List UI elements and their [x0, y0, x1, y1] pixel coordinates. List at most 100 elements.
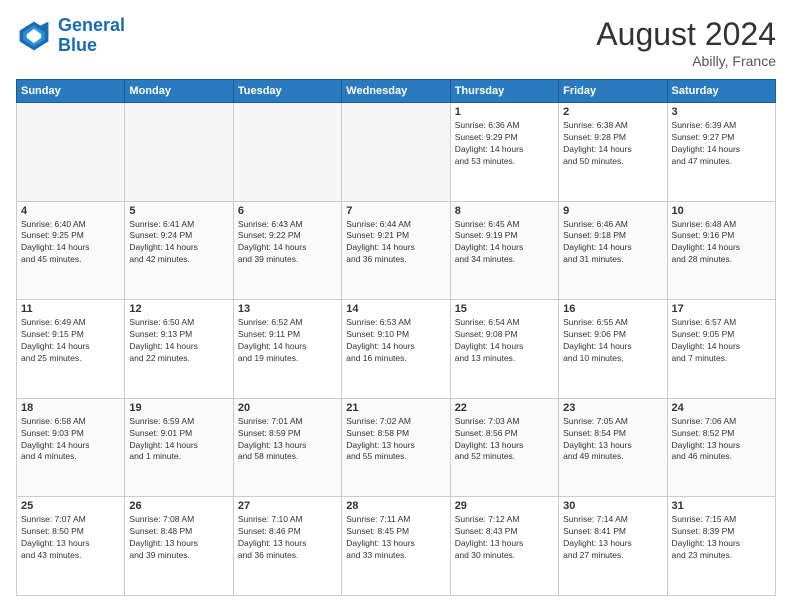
- day-number: 14: [346, 303, 445, 315]
- day-number: 4: [21, 205, 120, 217]
- day-number: 12: [129, 303, 228, 315]
- day-info: Sunrise: 6:45 AM Sunset: 9:19 PM Dayligh…: [455, 219, 554, 267]
- day-number: 7: [346, 205, 445, 217]
- day-info: Sunrise: 6:58 AM Sunset: 9:03 PM Dayligh…: [21, 416, 120, 464]
- day-number: 16: [563, 303, 662, 315]
- header: General Blue August 2024 Abilly, France: [16, 16, 776, 69]
- day-info: Sunrise: 7:06 AM Sunset: 8:52 PM Dayligh…: [672, 416, 771, 464]
- day-info: Sunrise: 7:07 AM Sunset: 8:50 PM Dayligh…: [21, 514, 120, 562]
- day-number: 5: [129, 205, 228, 217]
- day-number: 23: [563, 402, 662, 414]
- weekday-header: Thursday: [450, 80, 558, 103]
- day-number: 19: [129, 402, 228, 414]
- calendar-week-row: 1Sunrise: 6:36 AM Sunset: 9:29 PM Daylig…: [17, 103, 776, 202]
- day-info: Sunrise: 6:43 AM Sunset: 9:22 PM Dayligh…: [238, 219, 337, 267]
- calendar-cell: 24 Sunrise: 7:06 AM Sunset: 8:52 PM Dayli…: [667, 398, 775, 497]
- calendar-cell: 18 Sunrise: 6:58 AM Sunset: 9:03 PM Dayli…: [17, 398, 125, 497]
- day-info: Sunrise: 6:46 AM Sunset: 9:18 PM Dayligh…: [563, 219, 662, 267]
- calendar-cell: 15 Sunrise: 6:54 AM Sunset: 9:08 PM Dayli…: [450, 300, 558, 399]
- calendar-cell: 4 Sunrise: 6:40 AM Sunset: 9:25 PM Daylig…: [17, 201, 125, 300]
- day-info: Sunrise: 7:12 AM Sunset: 8:43 PM Dayligh…: [455, 514, 554, 562]
- day-number: 15: [455, 303, 554, 315]
- logo-text: General Blue: [58, 16, 125, 56]
- logo: General Blue: [16, 16, 125, 56]
- day-info: Sunrise: 7:10 AM Sunset: 8:46 PM Dayligh…: [238, 514, 337, 562]
- calendar-cell: 16 Sunrise: 6:55 AM Sunset: 9:06 PM Dayli…: [559, 300, 667, 399]
- calendar-cell: 12Sunrise: 6:50 AM Sunset: 9:13 PM Dayli…: [125, 300, 233, 399]
- calendar-cell: 23Sunrise: 7:05 AM Sunset: 8:54 PM Dayli…: [559, 398, 667, 497]
- calendar-cell: 30Sunrise: 7:14 AM Sunset: 8:41 PM Dayli…: [559, 497, 667, 596]
- day-number: 1: [455, 106, 554, 118]
- day-number: 3: [672, 106, 771, 118]
- day-number: 22: [455, 402, 554, 414]
- day-info: Sunrise: 6:59 AM Sunset: 9:01 PM Dayligh…: [129, 416, 228, 464]
- day-number: 11: [21, 303, 120, 315]
- calendar-cell: 6 Sunrise: 6:43 AM Sunset: 9:22 PM Daylig…: [233, 201, 341, 300]
- calendar-cell: 26 Sunrise: 7:08 AM Sunset: 8:48 PM Dayli…: [125, 497, 233, 596]
- calendar-cell: 11 Sunrise: 6:49 AM Sunset: 9:15 PM Dayli…: [17, 300, 125, 399]
- day-info: Sunrise: 7:01 AM Sunset: 8:59 PM Dayligh…: [238, 416, 337, 464]
- calendar-week-row: 18 Sunrise: 6:58 AM Sunset: 9:03 PM Dayli…: [17, 398, 776, 497]
- day-info: Sunrise: 7:15 AM Sunset: 8:39 PM Dayligh…: [672, 514, 771, 562]
- calendar-cell: 9 Sunrise: 6:46 AM Sunset: 9:18 PM Daylig…: [559, 201, 667, 300]
- day-info: Sunrise: 6:53 AM Sunset: 9:10 PM Dayligh…: [346, 317, 445, 365]
- calendar-cell: 13Sunrise: 6:52 AM Sunset: 9:11 PM Dayli…: [233, 300, 341, 399]
- logo-blue: Blue: [58, 35, 97, 55]
- page: General Blue August 2024 Abilly, France …: [0, 0, 792, 612]
- day-info: Sunrise: 6:52 AM Sunset: 9:11 PM Dayligh…: [238, 317, 337, 365]
- calendar-cell: [17, 103, 125, 202]
- logo-general: General: [58, 15, 125, 35]
- calendar: SundayMondayTuesdayWednesdayThursdayFrid…: [16, 79, 776, 596]
- weekday-header: Tuesday: [233, 80, 341, 103]
- calendar-week-row: 25 Sunrise: 7:07 AM Sunset: 8:50 PM Dayli…: [17, 497, 776, 596]
- calendar-cell: 25 Sunrise: 7:07 AM Sunset: 8:50 PM Dayli…: [17, 497, 125, 596]
- calendar-cell: 5 Sunrise: 6:41 AM Sunset: 9:24 PM Daylig…: [125, 201, 233, 300]
- day-info: Sunrise: 6:49 AM Sunset: 9:15 PM Dayligh…: [21, 317, 120, 365]
- calendar-cell: 28Sunrise: 7:11 AM Sunset: 8:45 PM Dayli…: [342, 497, 450, 596]
- day-number: 25: [21, 500, 120, 512]
- day-info: Sunrise: 7:02 AM Sunset: 8:58 PM Dayligh…: [346, 416, 445, 464]
- day-number: 31: [672, 500, 771, 512]
- day-number: 8: [455, 205, 554, 217]
- calendar-week-row: 4 Sunrise: 6:40 AM Sunset: 9:25 PM Daylig…: [17, 201, 776, 300]
- calendar-cell: 31 Sunrise: 7:15 AM Sunset: 8:39 PM Dayli…: [667, 497, 775, 596]
- weekday-header: Monday: [125, 80, 233, 103]
- title-section: August 2024 Abilly, France: [596, 16, 776, 69]
- day-number: 26: [129, 500, 228, 512]
- day-info: Sunrise: 6:44 AM Sunset: 9:21 PM Dayligh…: [346, 219, 445, 267]
- day-number: 10: [672, 205, 771, 217]
- calendar-cell: [233, 103, 341, 202]
- weekday-header: Friday: [559, 80, 667, 103]
- day-info: Sunrise: 7:14 AM Sunset: 8:41 PM Dayligh…: [563, 514, 662, 562]
- day-number: 27: [238, 500, 337, 512]
- calendar-cell: 21 Sunrise: 7:02 AM Sunset: 8:58 PM Dayli…: [342, 398, 450, 497]
- day-info: Sunrise: 6:41 AM Sunset: 9:24 PM Dayligh…: [129, 219, 228, 267]
- calendar-cell: [125, 103, 233, 202]
- day-number: 18: [21, 402, 120, 414]
- calendar-cell: 27 Sunrise: 7:10 AM Sunset: 8:46 PM Dayli…: [233, 497, 341, 596]
- day-info: Sunrise: 6:54 AM Sunset: 9:08 PM Dayligh…: [455, 317, 554, 365]
- day-info: Sunrise: 7:11 AM Sunset: 8:45 PM Dayligh…: [346, 514, 445, 562]
- month-title: August 2024: [596, 16, 776, 53]
- day-number: 6: [238, 205, 337, 217]
- location: Abilly, France: [596, 53, 776, 69]
- day-info: Sunrise: 6:40 AM Sunset: 9:25 PM Dayligh…: [21, 219, 120, 267]
- calendar-cell: 3 Sunrise: 6:39 AM Sunset: 9:27 PM Daylig…: [667, 103, 775, 202]
- day-number: 29: [455, 500, 554, 512]
- day-info: Sunrise: 7:03 AM Sunset: 8:56 PM Dayligh…: [455, 416, 554, 464]
- calendar-header-row: SundayMondayTuesdayWednesdayThursdayFrid…: [17, 80, 776, 103]
- weekday-header: Saturday: [667, 80, 775, 103]
- day-number: 9: [563, 205, 662, 217]
- day-number: 21: [346, 402, 445, 414]
- logo-icon: [16, 18, 52, 54]
- calendar-cell: 1Sunrise: 6:36 AM Sunset: 9:29 PM Daylig…: [450, 103, 558, 202]
- calendar-cell: [342, 103, 450, 202]
- calendar-cell: 19 Sunrise: 6:59 AM Sunset: 9:01 PM Dayli…: [125, 398, 233, 497]
- day-info: Sunrise: 6:55 AM Sunset: 9:06 PM Dayligh…: [563, 317, 662, 365]
- day-number: 24: [672, 402, 771, 414]
- day-info: Sunrise: 7:08 AM Sunset: 8:48 PM Dayligh…: [129, 514, 228, 562]
- calendar-week-row: 11 Sunrise: 6:49 AM Sunset: 9:15 PM Dayli…: [17, 300, 776, 399]
- weekday-header: Wednesday: [342, 80, 450, 103]
- day-info: Sunrise: 6:39 AM Sunset: 9:27 PM Dayligh…: [672, 120, 771, 168]
- day-number: 20: [238, 402, 337, 414]
